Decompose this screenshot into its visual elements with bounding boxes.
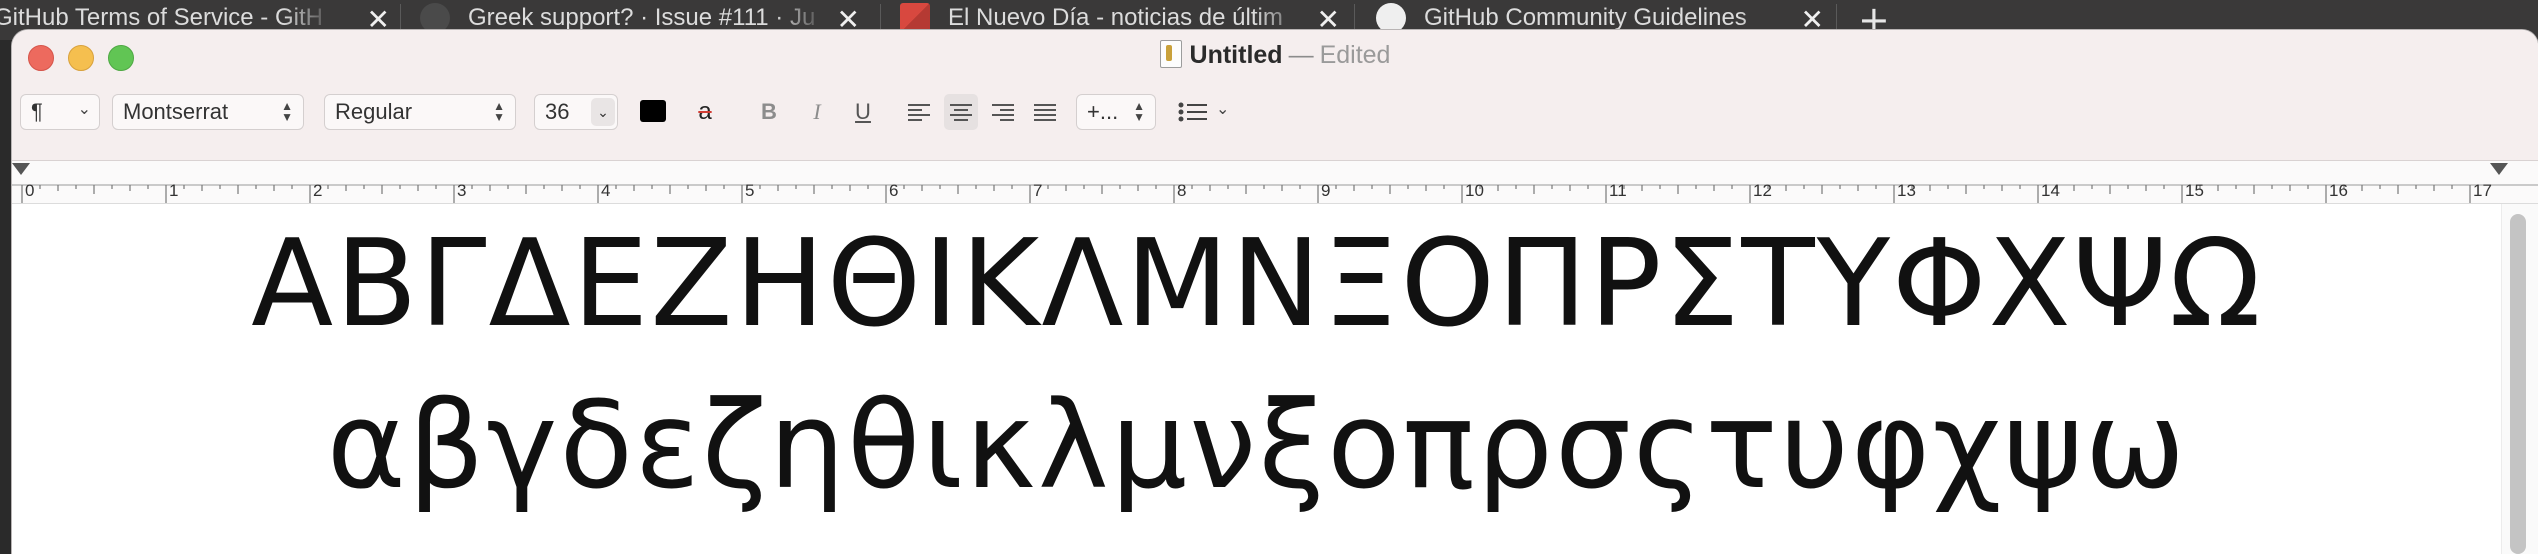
ruler-label: 12 [1753, 181, 1772, 200]
ruler-label: 7 [1033, 181, 1043, 200]
ruler-label: 8 [1177, 181, 1187, 200]
align-left-icon [908, 103, 930, 121]
paragraph-styles-button[interactable]: ¶ ⌄ [20, 94, 100, 130]
align-center-button[interactable] [944, 94, 978, 130]
chevron-down-icon: ⌄ [77, 101, 91, 118]
ruler-label: 14 [2041, 181, 2060, 200]
font-family-value: Montserrat [123, 99, 229, 124]
document-text-area[interactable]: ΑΒΓΔΕΖΗΘΙΚΛΜΝΞΟΠΡΣΤΥΦΧΨΩ αβγδεζηθικλμνξο… [12, 204, 2502, 554]
tab-divider [1836, 4, 1837, 32]
ruler-label: 6 [889, 181, 899, 200]
tab-divider [400, 4, 401, 32]
document-icon [1159, 40, 1182, 68]
font-size-value: 36 [545, 99, 570, 124]
chevron-down-icon[interactable]: ⌄ [591, 98, 615, 126]
font-style-select[interactable]: Regular ▲ ▼ [324, 94, 516, 130]
up-down-arrows-icon: ▲ ▼ [1133, 99, 1145, 124]
ruler-label: 9 [1321, 181, 1331, 200]
underline-button[interactable]: U [846, 94, 880, 130]
ruler-label: 15 [2185, 181, 2204, 200]
bold-button[interactable]: B [752, 94, 786, 130]
left-indent-marker[interactable] [12, 163, 30, 175]
ruler-label: 2 [313, 181, 323, 200]
align-left-button[interactable] [902, 94, 936, 130]
greek-uppercase-line: ΑΒΓΔΕΖΗΘΙΚΛΜΝΞΟΠΡΣΤΥΦΧΨΩ [251, 215, 2263, 354]
ruler-label: 0 [25, 181, 35, 200]
tab-label: GitHub Community Guidelines [1424, 4, 1747, 31]
ruler-label: 5 [745, 181, 755, 200]
scrollbar-thumb[interactable] [2510, 214, 2526, 554]
up-down-arrows-icon: ▲ ▼ [281, 99, 293, 124]
textedit-window: Untitled — Edited ¶ ⌄ Montserrat ▲ ▼ Regula… [12, 30, 2538, 554]
ruler-label: 11 [1609, 181, 1627, 200]
bulleted-list-icon [1178, 102, 1207, 122]
ruler-label: 4 [601, 181, 611, 200]
list-style-button[interactable]: ⌄ [1178, 94, 1242, 130]
github-icon [1376, 3, 1406, 33]
ruler-ticks [12, 184, 2538, 203]
github-icon [420, 3, 450, 33]
highlight-color-button[interactable]: a [688, 94, 722, 130]
ruler-label: 16 [2329, 181, 2348, 200]
align-center-icon [950, 103, 972, 121]
text-color-swatch[interactable] [640, 100, 666, 122]
tab-label: Greek support? · Issue #111 · Ju [468, 4, 816, 31]
tab-label: El Nuevo Día - noticias de últim [948, 4, 1283, 31]
tab-divider [880, 4, 881, 32]
font-style-value: Regular [335, 99, 413, 124]
font-family-select[interactable]: Montserrat ▲ ▼ [112, 94, 304, 130]
edited-status: Edited [1319, 41, 1391, 69]
justify-icon [1034, 103, 1056, 121]
vertical-scrollbar[interactable] [2501, 204, 2538, 554]
up-down-arrows-icon: ▲ ▼ [493, 99, 505, 124]
ruler[interactable]: 0 1 2 3 4 5 6 7 8 9 10 11 12 13 14 15 16 17 [12, 161, 2538, 204]
ruler-label: 3 [457, 181, 467, 200]
align-right-button[interactable] [986, 94, 1020, 130]
line-spacing-select[interactable]: +... ▲ ▼ [1076, 94, 1156, 130]
right-indent-marker[interactable] [2490, 163, 2508, 175]
paragraph-icon: ¶ [31, 99, 43, 124]
font-size-field[interactable]: 36 ⌄ [534, 94, 618, 130]
ruler-label: 1 [169, 181, 179, 200]
italic-button[interactable]: I [800, 94, 834, 130]
document-name: Untitled [1189, 41, 1283, 69]
highlight-none-icon: a [698, 98, 712, 125]
ruler-label: 10 [1465, 181, 1484, 200]
align-right-icon [992, 103, 1014, 121]
justify-button[interactable] [1028, 94, 1062, 130]
title-bar: Untitled — Edited ¶ ⌄ Montserrat ▲ ▼ Regula… [12, 30, 2538, 161]
tab-label: GitHub Terms of Service - GitH [0, 4, 323, 31]
ruler-label: 13 [1897, 181, 1916, 200]
tab-divider [1354, 4, 1355, 32]
line-spacing-value: +... [1087, 99, 1119, 124]
window-title: Untitled — Edited [12, 40, 2538, 70]
chevron-down-icon: ⌄ [1216, 101, 1230, 118]
title-separator: — [1288, 41, 1314, 69]
el-nuevo-dia-icon [900, 3, 930, 33]
greek-lowercase-line: αβγδεζηθικλμνξοπρσςτυφχψω [326, 377, 2188, 516]
ruler-label: 17 [2473, 181, 2492, 200]
